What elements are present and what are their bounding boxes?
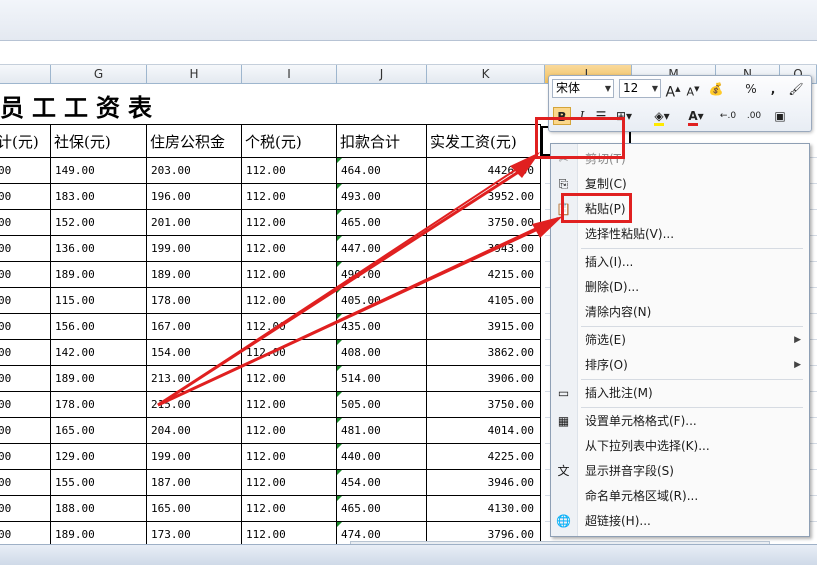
arrow-to-paste-head: [532, 216, 563, 238]
annotation-arrows: [157, 152, 563, 407]
status-bar: [0, 544, 817, 565]
